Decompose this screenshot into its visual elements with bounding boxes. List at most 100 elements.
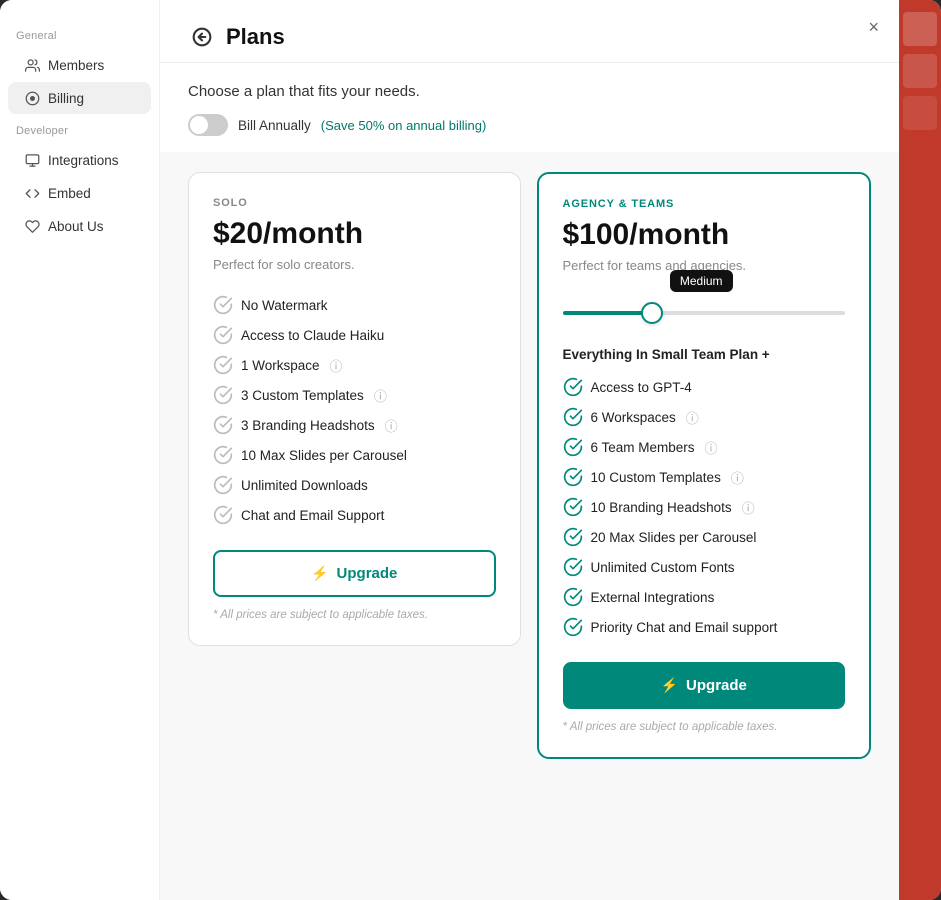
check-icon (563, 407, 583, 427)
agency-upgrade-label: Upgrade (686, 677, 747, 694)
modal: General Members (0, 0, 941, 900)
list-item: 20 Max Slides per Carousel (563, 522, 846, 552)
slider-bubble: Medium (670, 270, 733, 292)
solo-badge: SOLO (213, 197, 496, 209)
billing-toggle[interactable] (188, 114, 228, 136)
solo-price: $20/month (213, 217, 496, 251)
info-icon[interactable]: ⓘ (374, 386, 387, 405)
feature-text: 10 Max Slides per Carousel (241, 448, 407, 463)
preview-item (903, 54, 937, 88)
sidebar-general-label: General (0, 20, 159, 48)
billing-label: Billing (48, 91, 84, 106)
check-icon (213, 475, 233, 495)
feature-text: 6 Team Members (591, 440, 695, 455)
list-item: 3 Branding Headshots ⓘ (213, 410, 496, 440)
close-button[interactable]: × (864, 14, 883, 40)
feature-text: 6 Workspaces (591, 410, 676, 425)
list-item: 1 Workspace ⓘ (213, 350, 496, 380)
check-icon (563, 437, 583, 457)
preview-item (903, 96, 937, 130)
feature-text: 3 Branding Headshots (241, 418, 375, 433)
check-icon (213, 415, 233, 435)
agency-plan-card: AGENCY & TEAMS $100/month Perfect for te… (537, 172, 872, 759)
feature-text: 1 Workspace (241, 358, 320, 373)
billing-icon (24, 90, 40, 106)
sidebar-item-about-us[interactable]: About Us (8, 210, 151, 242)
list-item: Access to Claude Haiku (213, 320, 496, 350)
feature-text: Chat and Email Support (241, 508, 384, 523)
feature-text: Unlimited Downloads (241, 478, 368, 493)
feature-text: 3 Custom Templates (241, 388, 364, 403)
list-item: No Watermark (213, 290, 496, 320)
embed-label: Embed (48, 186, 91, 201)
info-icon[interactable]: ⓘ (742, 498, 755, 517)
feature-text: No Watermark (241, 298, 328, 313)
page-title: Plans (226, 24, 285, 50)
agency-features-list: Access to GPT-4 6 Workspaces ⓘ (563, 372, 846, 642)
embed-icon (24, 185, 40, 201)
lightning-icon: ⚡ (661, 677, 678, 694)
check-icon (563, 527, 583, 547)
feature-text: 10 Custom Templates (591, 470, 721, 485)
billing-save-label: (Save 50% on annual billing) (321, 118, 487, 133)
plans-cards: SOLO $20/month Perfect for solo creators… (160, 152, 899, 779)
check-icon (563, 617, 583, 637)
check-icon (213, 325, 233, 345)
feature-text: Access to GPT-4 (591, 380, 692, 395)
info-icon[interactable]: ⓘ (705, 438, 718, 457)
feature-text: Access to Claude Haiku (241, 328, 384, 343)
check-icon (563, 587, 583, 607)
feature-text: Unlimited Custom Fonts (591, 560, 735, 575)
about-us-icon (24, 218, 40, 234)
agency-upgrade-button[interactable]: ⚡ Upgrade (563, 662, 846, 709)
feature-text: Priority Chat and Email support (591, 620, 778, 635)
feature-text: 20 Max Slides per Carousel (591, 530, 757, 545)
team-size-slider[interactable] (563, 311, 846, 315)
info-icon[interactable]: ⓘ (686, 408, 699, 427)
plans-header: Plans (160, 0, 899, 63)
solo-desc: Perfect for solo creators. (213, 257, 496, 272)
info-icon[interactable]: ⓘ (330, 356, 343, 375)
list-item: Unlimited Downloads (213, 470, 496, 500)
check-icon (213, 445, 233, 465)
slider-wrap: Medium (563, 291, 846, 331)
members-label: Members (48, 58, 104, 73)
check-icon (213, 385, 233, 405)
integrations-icon (24, 152, 40, 168)
check-icon (563, 557, 583, 577)
sidebar-item-embed[interactable]: Embed (8, 177, 151, 209)
agency-badge: AGENCY & TEAMS (563, 198, 846, 210)
lightning-icon: ⚡ (311, 565, 328, 582)
solo-tax-note: * All prices are subject to applicable t… (213, 609, 496, 621)
feature-text: External Integrations (591, 590, 715, 605)
list-item: 3 Custom Templates ⓘ (213, 380, 496, 410)
check-icon (563, 467, 583, 487)
preview-item (903, 12, 937, 46)
sidebar-developer-label: Developer (0, 115, 159, 143)
list-item: Unlimited Custom Fonts (563, 552, 846, 582)
solo-plan-card: SOLO $20/month Perfect for solo creators… (188, 172, 521, 646)
sidebar-item-integrations[interactable]: Integrations (8, 144, 151, 176)
list-item: Chat and Email Support (213, 500, 496, 530)
info-icon[interactable]: ⓘ (731, 468, 744, 487)
agency-price: $100/month (563, 218, 846, 252)
sidebar-item-members[interactable]: Members (8, 49, 151, 81)
modal-overlay: General Members (0, 0, 941, 900)
integrations-label: Integrations (48, 153, 119, 168)
people-icon (24, 57, 40, 73)
sidebar: General Members (0, 0, 160, 900)
list-item: 10 Max Slides per Carousel (213, 440, 496, 470)
check-icon (213, 295, 233, 315)
list-item: 6 Team Members ⓘ (563, 432, 846, 462)
solo-features-list: No Watermark Access to Claude Haiku (213, 290, 496, 530)
sidebar-item-billing[interactable]: Billing (8, 82, 151, 114)
back-button[interactable] (188, 25, 216, 49)
main-content: × Plans Choose a plan that fits your nee… (160, 0, 899, 900)
list-item: External Integrations (563, 582, 846, 612)
check-icon (213, 505, 233, 525)
list-item: 6 Workspaces ⓘ (563, 402, 846, 432)
info-icon[interactable]: ⓘ (385, 416, 398, 435)
list-item: Access to GPT-4 (563, 372, 846, 402)
solo-upgrade-button[interactable]: ⚡ Upgrade (213, 550, 496, 597)
check-icon (563, 497, 583, 517)
